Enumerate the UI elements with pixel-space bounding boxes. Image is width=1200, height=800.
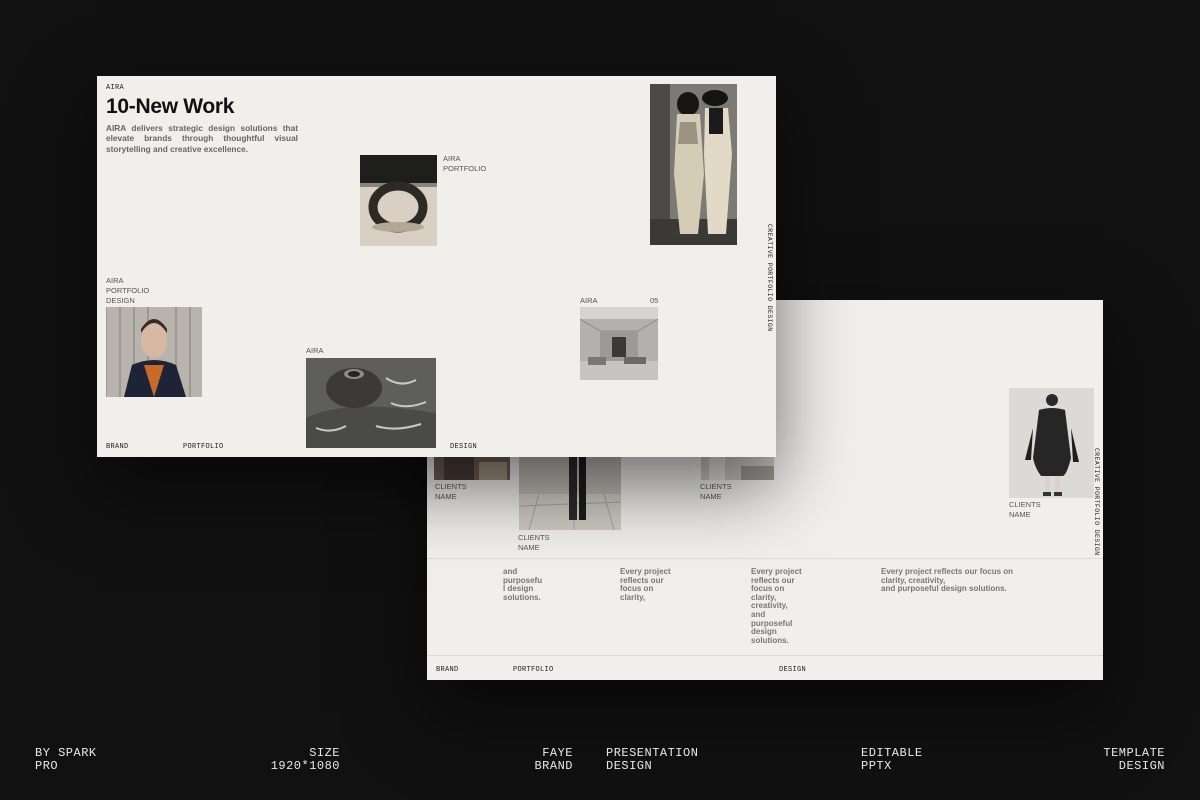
front-vertical-text: CREATIVE PORTFOLIO DESIGN (766, 224, 773, 332)
back-text-2: Every project reflects our focus on clar… (620, 567, 671, 602)
back-photo-2 (519, 454, 621, 530)
portrait-label-2: PORTFOLIO (106, 286, 150, 295)
back-text-1: and purposefu l design solutions. (503, 567, 543, 602)
client-name-2: CLIENTS NAME (518, 533, 550, 552)
back-text-4: Every project reflects our focus on clar… (881, 567, 1014, 594)
portrait-label-1: AIRA (106, 276, 124, 285)
caption-presentation-design: PRESENTATION DESIGN (606, 747, 698, 772)
back-footer-design: DESIGN (779, 666, 807, 674)
caption-line: 1920*1080 (270, 758, 340, 773)
client-name-4: CLIENTS NAME (1009, 500, 1041, 519)
back-divider-bottom (427, 655, 1103, 656)
caption-line: DESIGN (606, 758, 653, 773)
caption-faye-brand: FAYE BRAND (503, 747, 573, 772)
front-footer-portfolio: PORTFOLIO (183, 443, 224, 451)
caption-editable-pptx: EDITABLE PPTX (861, 747, 923, 772)
interior-label: AIRA (580, 296, 598, 305)
portrait-label-3: DESIGN (106, 296, 135, 305)
slide-title: 10-New Work (106, 95, 235, 118)
caption-line: BRAND (534, 758, 573, 773)
coat-model-photo (1009, 388, 1094, 498)
front-brand-small: AIRA (106, 84, 125, 92)
ring-sculpture-photo (360, 155, 437, 246)
interior-number: 05 (650, 296, 659, 305)
back-text-3: Every project reflects our focus on clar… (751, 567, 802, 645)
caption-line: PRESENTATION (606, 746, 699, 760)
back-vertical-text: CREATIVE PORTFOLIO DESIGN (1093, 448, 1100, 556)
ring-label-1: AIRA (443, 154, 461, 163)
caption-line: PRO (35, 758, 59, 773)
back-footer-portfolio: PORTFOLIO (513, 666, 554, 674)
ring-label-2: PORTFOLIO (443, 164, 487, 173)
front-footer-design: DESIGN (450, 443, 478, 451)
caption-line: DESIGN (1118, 758, 1165, 773)
slide-description: AIRA delivers strategic design solutions… (106, 123, 298, 154)
back-footer-brand: BRAND (436, 666, 459, 674)
front-footer-brand: BRAND (106, 443, 129, 451)
caption-line: TEMPLATE (1103, 746, 1165, 760)
vase-photo (306, 358, 436, 448)
client-name-3: CLIENTS NAME (700, 482, 732, 501)
caption-by-spark-pro: BY SPARK PRO (35, 747, 97, 772)
caption-size: SIZE 1920*1080 (255, 747, 340, 772)
front-slide: AIRA 10-New Work AIRA delivers strategic… (97, 76, 776, 457)
caption-line: EDITABLE (861, 746, 923, 760)
portrait-photo (106, 307, 202, 397)
caption-template-design: TEMPLATE DESIGN (1075, 747, 1165, 772)
back-photo-3 (701, 454, 774, 480)
fashion-duo-photo (650, 84, 737, 245)
caption-line: BY SPARK (35, 746, 97, 760)
client-name-1: CLIENTS NAME (435, 482, 467, 501)
back-photo-1 (434, 454, 510, 480)
caption-line: FAYE (542, 746, 573, 760)
caption-line: PPTX (861, 758, 892, 773)
vase-label: AIRA (306, 346, 324, 355)
back-divider-top (427, 558, 1103, 559)
interior-photo (580, 307, 658, 380)
caption-line: SIZE (309, 746, 340, 760)
